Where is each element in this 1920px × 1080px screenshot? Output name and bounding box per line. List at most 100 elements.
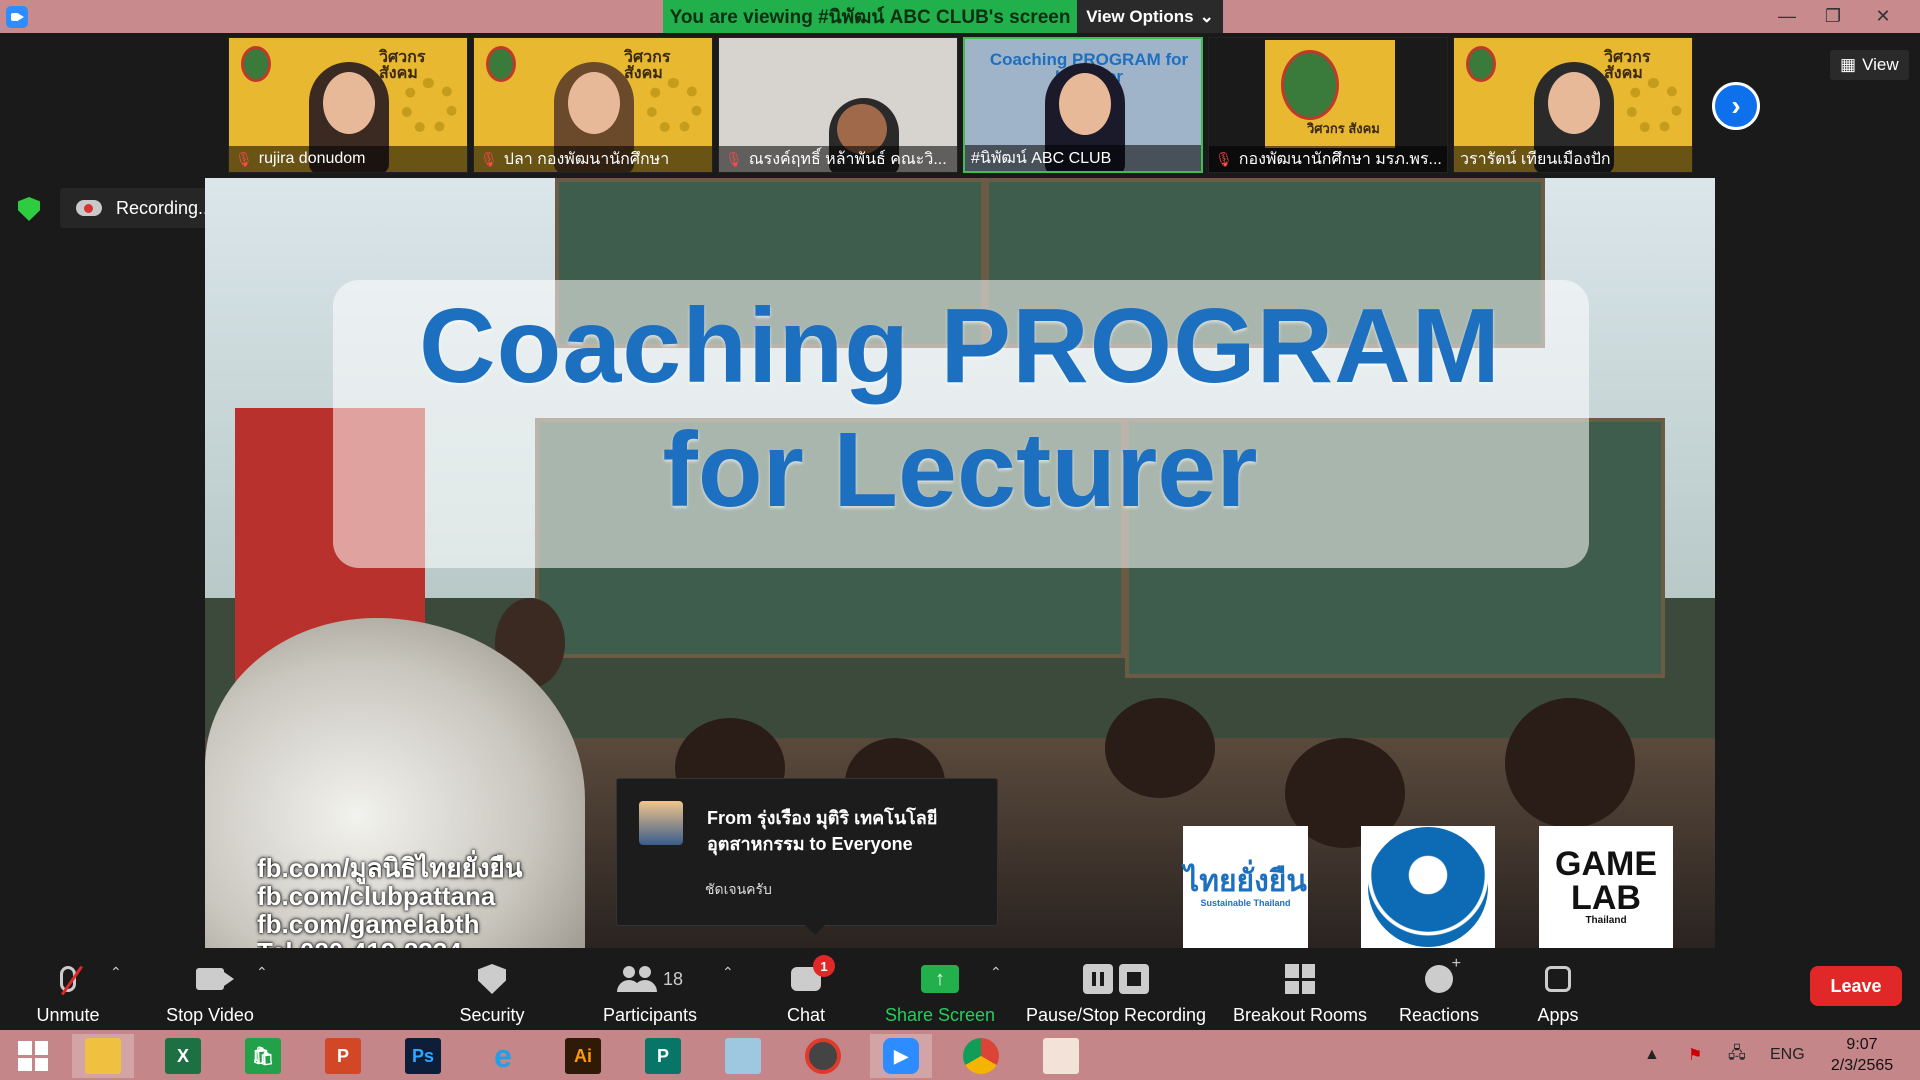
breakout-rooms-button[interactable]: Breakout Rooms bbox=[1232, 950, 1368, 1030]
action-center-flag-icon[interactable]: ⚑ bbox=[1688, 1030, 1702, 1080]
participants-button[interactable]: 18 Participants bbox=[598, 950, 702, 1030]
taskbar-app-notepad[interactable] bbox=[712, 1034, 774, 1078]
sponsor-logo-gamelab: GAME LAB Thailand bbox=[1539, 826, 1673, 948]
breakout-rooms-icon bbox=[1285, 964, 1315, 994]
participants-icon bbox=[616, 966, 655, 992]
taskbar-app-photoscape[interactable] bbox=[792, 1034, 854, 1078]
chat-unread-badge: 1 bbox=[813, 955, 835, 977]
pause-stop-recording-label: Pause/Stop Recording bbox=[1025, 1005, 1207, 1025]
link-line: Tel 080-419-8334 bbox=[257, 938, 523, 948]
chat-notification[interactable]: From รุ่งเรือง มุติริ เทคโนโลยีอุตสาหกรร… bbox=[616, 778, 998, 935]
taskbar-app-file-explorer[interactable] bbox=[72, 1034, 134, 1078]
taskbar-app-store[interactable]: 🛍 bbox=[232, 1034, 294, 1078]
pause-stop-recording-button[interactable]: Pause/Stop Recording bbox=[1024, 950, 1208, 1030]
view-button[interactable]: ▦ View bbox=[1830, 50, 1909, 80]
next-page-arrow-icon[interactable]: › bbox=[1712, 82, 1760, 130]
restore-button[interactable]: ❐ bbox=[1810, 0, 1856, 33]
chat-bubble-icon: 1 bbox=[791, 955, 835, 991]
taskbar-app-zoom[interactable]: ▶ bbox=[870, 1034, 932, 1078]
participant-tile-active[interactable]: Coaching PROGRAM for Lecturer #นิพัฒน์ A… bbox=[963, 37, 1203, 173]
participant-tile[interactable]: วิศวกร สังคม วรารัตน์ เทียนเมืองปัก bbox=[1453, 37, 1693, 173]
university-logo bbox=[241, 46, 271, 82]
mic-muted-icon: 🎙 bbox=[235, 150, 253, 167]
stop-icon bbox=[1119, 964, 1149, 994]
network-icon[interactable]: 🖧 bbox=[1728, 1030, 1746, 1080]
mic-muted-icon bbox=[60, 966, 76, 992]
unmute-label: Unmute bbox=[36, 1005, 100, 1025]
gamelab-line1: GAME bbox=[1555, 845, 1657, 883]
powerpoint-icon: P bbox=[325, 1038, 361, 1074]
pause-icon bbox=[1083, 964, 1113, 994]
encryption-shield-icon[interactable] bbox=[18, 197, 40, 221]
language-indicator[interactable]: ENG bbox=[1770, 1030, 1805, 1080]
participant-tile[interactable]: วิศวกร สังคม 🎙 ปลา กองพัฒนานักศึกษา bbox=[473, 37, 713, 173]
gear-icon bbox=[646, 78, 702, 134]
video-options-caret-icon[interactable]: ⌃ bbox=[256, 964, 268, 981]
taskbar-clock[interactable]: 9:07 2/3/2565 bbox=[1812, 1034, 1912, 1076]
participant-face bbox=[323, 72, 375, 134]
participants-options-caret-icon[interactable]: ⌃ bbox=[722, 964, 734, 981]
taskbar-app-powerpoint[interactable]: P bbox=[312, 1034, 374, 1078]
participant-tile[interactable]: วิศวกร สังคม 🎙 กองพัฒนานักศึกษา มรภ.พร..… bbox=[1208, 37, 1448, 173]
unmute-button[interactable]: Unmute bbox=[28, 950, 108, 1030]
participant-tile[interactable]: วิศวกร สังคม 🎙 rujira donudom bbox=[228, 37, 468, 173]
participant-name: rujira donudom bbox=[258, 150, 366, 167]
taskbar-app-chrome[interactable] bbox=[950, 1034, 1012, 1078]
participant-face bbox=[1548, 72, 1600, 134]
participant-tile[interactable]: 🎙 ณรงค์ฤทธิ์ หล้าพันธ์ คณะวิ... bbox=[718, 37, 958, 173]
sphere-logo-icon bbox=[1368, 827, 1488, 947]
audio-options-caret-icon[interactable]: ⌃ bbox=[110, 964, 122, 981]
tile-brand: วิศวกร สังคม bbox=[624, 49, 671, 82]
view-options-button[interactable]: View Options ⌄ bbox=[1077, 0, 1223, 33]
notepad-icon bbox=[725, 1038, 761, 1074]
slide-title-line2: for Lecturer bbox=[662, 411, 1258, 529]
participant-name: #นิพัฒน์ ABC CLUB bbox=[971, 149, 1112, 167]
minimize-button[interactable]: — bbox=[1764, 0, 1810, 33]
apps-button[interactable]: Apps bbox=[1526, 950, 1590, 1030]
chat-sender: From รุ่งเรือง มุติริ เทคโนโลยีอุตสาหกรร… bbox=[707, 808, 938, 854]
mic-muted-icon: 🎙 bbox=[480, 150, 498, 167]
taskbar-app-ie[interactable]: e bbox=[472, 1034, 534, 1078]
share-options-caret-icon[interactable]: ⌃ bbox=[990, 964, 1002, 981]
student bbox=[1105, 698, 1215, 798]
share-screen-button[interactable]: ↑ Share Screen bbox=[880, 950, 1000, 1030]
viewing-banner: You are viewing #นิพัฒน์ ABC CLUB's scre… bbox=[663, 0, 1077, 33]
tray-overflow-icon[interactable]: ▲ bbox=[1644, 1030, 1660, 1080]
close-button[interactable]: ✕ bbox=[1860, 0, 1906, 33]
chat-message: ชัดเจนครับ bbox=[705, 881, 772, 897]
reactions-button[interactable]: Reactions bbox=[1394, 950, 1484, 1030]
student bbox=[1505, 698, 1635, 828]
taskbar-app-publisher[interactable]: P bbox=[632, 1034, 694, 1078]
start-button[interactable] bbox=[2, 1034, 64, 1078]
participant-namebar: วรารัตน์ เทียนเมืองปัก bbox=[1454, 146, 1692, 172]
university-logo bbox=[1466, 46, 1496, 82]
taskbar-app-paint[interactable] bbox=[1030, 1034, 1092, 1078]
participant-name: วรารัตน์ เทียนเมืองปัก bbox=[1460, 150, 1611, 168]
chat-button[interactable]: 1 Chat bbox=[776, 950, 836, 1030]
view-options-label: View Options bbox=[1086, 6, 1194, 26]
participants-count: 18 bbox=[662, 968, 684, 989]
security-button[interactable]: Security bbox=[452, 950, 532, 1030]
folder-icon bbox=[85, 1038, 121, 1074]
taskbar-app-photoshop[interactable]: Ps bbox=[392, 1034, 454, 1078]
breakout-rooms-label: Breakout Rooms bbox=[1232, 1005, 1368, 1025]
windows-start-icon bbox=[18, 1041, 48, 1071]
taskbar-app-illustrator[interactable]: Ai bbox=[552, 1034, 614, 1078]
taskbar-app-excel[interactable]: X bbox=[152, 1034, 214, 1078]
university-logo bbox=[1281, 50, 1339, 120]
tile-brand: วิศวกร สังคม bbox=[1604, 49, 1651, 82]
participant-name: ณรงค์ฤทธิ์ หล้าพันธ์ คณะวิ... bbox=[748, 150, 947, 168]
tile-brand: วิศวกร สังคม bbox=[379, 49, 426, 82]
stop-video-button[interactable]: Stop Video bbox=[160, 950, 260, 1030]
leave-button[interactable]: Leave bbox=[1810, 966, 1902, 1006]
participant-namebar: 🎙 ปลา กองพัฒนานักศึกษา bbox=[474, 146, 712, 172]
participant-name: ปลา กองพัฒนานักศึกษา bbox=[503, 150, 670, 168]
share-screen-label: Share Screen bbox=[884, 1005, 996, 1025]
link-line: fb.com/gamelabth bbox=[257, 909, 480, 939]
participant-namebar: 🎙 rujira donudom bbox=[229, 146, 467, 172]
cloud-record-icon bbox=[76, 200, 102, 216]
participant-face bbox=[1059, 73, 1111, 135]
participant-face bbox=[568, 72, 620, 134]
shield-icon bbox=[478, 964, 506, 994]
excel-icon: X bbox=[165, 1038, 201, 1074]
